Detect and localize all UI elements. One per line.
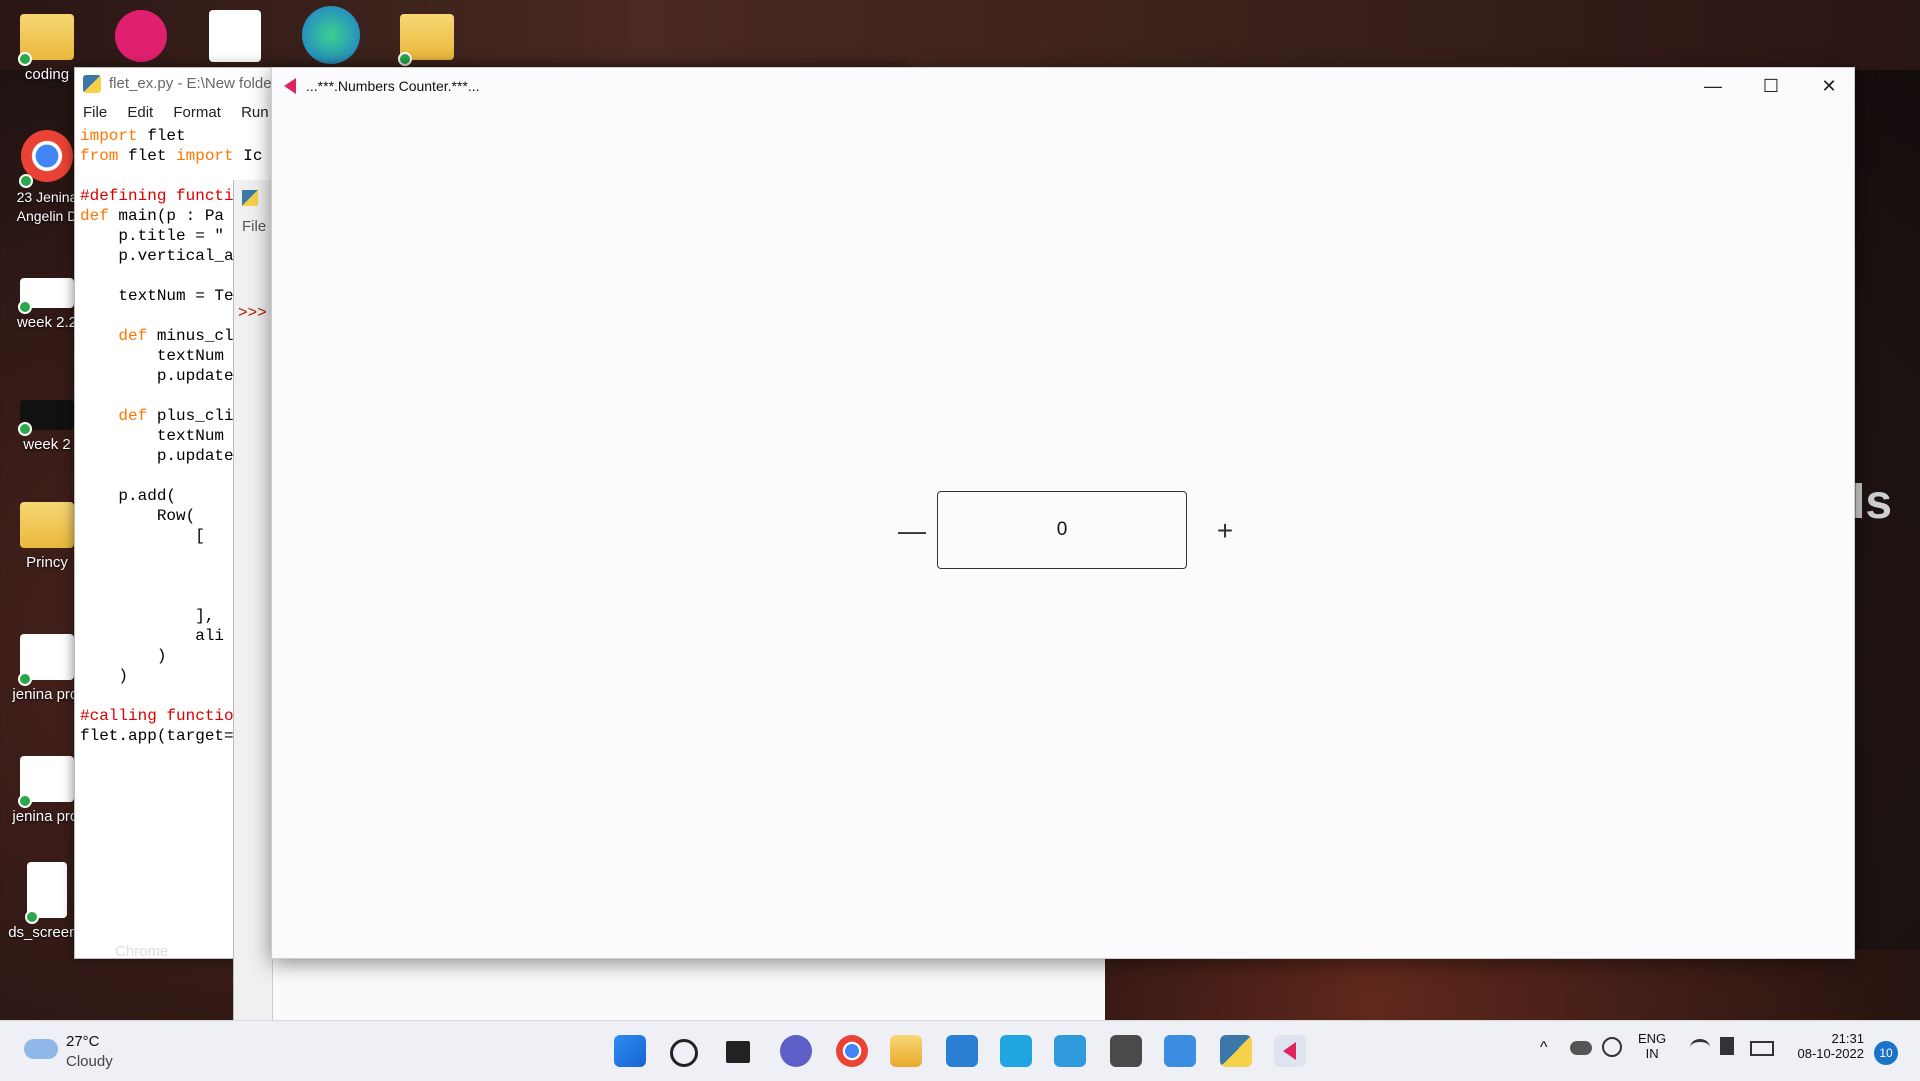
python-icon [242, 190, 258, 206]
sync-check-icon [18, 672, 32, 686]
sync-check-icon [18, 52, 32, 66]
battery-icon[interactable] [1750, 1041, 1774, 1056]
document-thumbnail-icon [18, 400, 74, 436]
sublime-icon[interactable] [1110, 1035, 1142, 1067]
desktop-icon-folder[interactable] [382, 14, 472, 66]
mail-icon[interactable] [946, 1035, 978, 1067]
chrome-icon[interactable] [836, 1035, 868, 1067]
weather-temperature: 27°C [66, 1033, 100, 1050]
volume-muted-icon[interactable] [1720, 1037, 1734, 1055]
search-icon[interactable] [670, 1039, 698, 1067]
sync-check-icon [25, 910, 39, 924]
shell-menu-file[interactable]: File [242, 218, 266, 235]
minimize-button[interactable]: — [1684, 68, 1742, 104]
python-icon [83, 75, 101, 93]
sync-check-icon [18, 794, 32, 808]
wifi-icon[interactable] [1690, 1039, 1710, 1056]
l-app-icon[interactable] [1000, 1035, 1032, 1067]
onedrive-icon[interactable] [1570, 1041, 1592, 1055]
notepad-icon[interactable] [1164, 1035, 1196, 1067]
edge-icon [302, 6, 360, 64]
chat-icon[interactable] [780, 1035, 812, 1067]
show-hidden-icons-chevron-icon[interactable]: ^ [1540, 1039, 1548, 1057]
chrome-label-fragment: Chrome [115, 943, 169, 960]
language-indicator[interactable]: ENG IN [1638, 1031, 1666, 1061]
file-explorer-icon[interactable] [890, 1035, 922, 1067]
start-icon[interactable] [614, 1035, 646, 1067]
vscode-icon[interactable] [1054, 1035, 1086, 1067]
background-partial-text: ls [1852, 476, 1893, 529]
idle-icon[interactable] [1220, 1035, 1252, 1067]
task-view-icon[interactable] [726, 1041, 750, 1063]
chrome-icon [19, 130, 73, 188]
app-window-title: ...***.Numbers Counter.***... [306, 78, 480, 94]
numbers-counter-window[interactable]: ...***.Numbers Counter.***... — ☐ ✕ — 0 … [271, 67, 1855, 959]
weather-description: Cloudy [66, 1053, 113, 1070]
media-player-icon [209, 10, 261, 62]
decrement-button[interactable]: — [882, 501, 942, 561]
folder-icon [398, 14, 454, 66]
menu-run[interactable]: Run [241, 104, 269, 121]
desktop-shortcut-edge[interactable] [286, 6, 376, 70]
desktop-shortcut-media-player[interactable] [190, 10, 280, 68]
flet-icon [284, 78, 296, 94]
close-button[interactable]: ✕ [1800, 68, 1858, 104]
menu-format[interactable]: Format [173, 104, 221, 121]
counter-row: — 0 + [272, 491, 1854, 571]
menu-file[interactable]: File [83, 104, 107, 121]
document-thumbnail-icon [18, 634, 74, 686]
sync-check-icon [19, 174, 33, 188]
menu-edit[interactable]: Edit [127, 104, 153, 121]
flet-taskbar-button[interactable] [1274, 1035, 1306, 1067]
sync-check-icon [18, 422, 32, 436]
user-folder-icon [20, 502, 74, 548]
notification-badge[interactable]: 10 [1874, 1041, 1898, 1065]
word-document-icon [18, 756, 74, 808]
flet-icon [1283, 1042, 1296, 1060]
app-title-bar[interactable]: ...***.Numbers Counter.***... — ☐ ✕ [272, 68, 1854, 104]
clock[interactable]: 21:31 08-10-2022 [1788, 1031, 1865, 1061]
desktop-background-rock [1100, 950, 1920, 1020]
sync-icon[interactable] [1602, 1037, 1622, 1057]
word-document-icon [25, 862, 67, 924]
sync-check-icon [398, 52, 412, 66]
taskbar: 27°C Cloudy ^ ENG IN 21:31 08-10-2022 10 [0, 1020, 1920, 1081]
pink-app-icon [115, 10, 167, 62]
counter-value-field[interactable]: 0 [937, 491, 1187, 569]
shell-prompt: >>> [238, 304, 267, 322]
cloud-icon [24, 1039, 58, 1059]
idle-window-title: flet_ex.py - E:\New folde [109, 75, 272, 92]
maximize-button[interactable]: ☐ [1742, 68, 1800, 104]
desktop-shortcut-app-pink[interactable] [96, 10, 186, 68]
document-thumbnail-icon [18, 278, 74, 314]
folder-icon [18, 14, 74, 66]
increment-button[interactable]: + [1195, 501, 1255, 561]
sync-check-icon [18, 300, 32, 314]
